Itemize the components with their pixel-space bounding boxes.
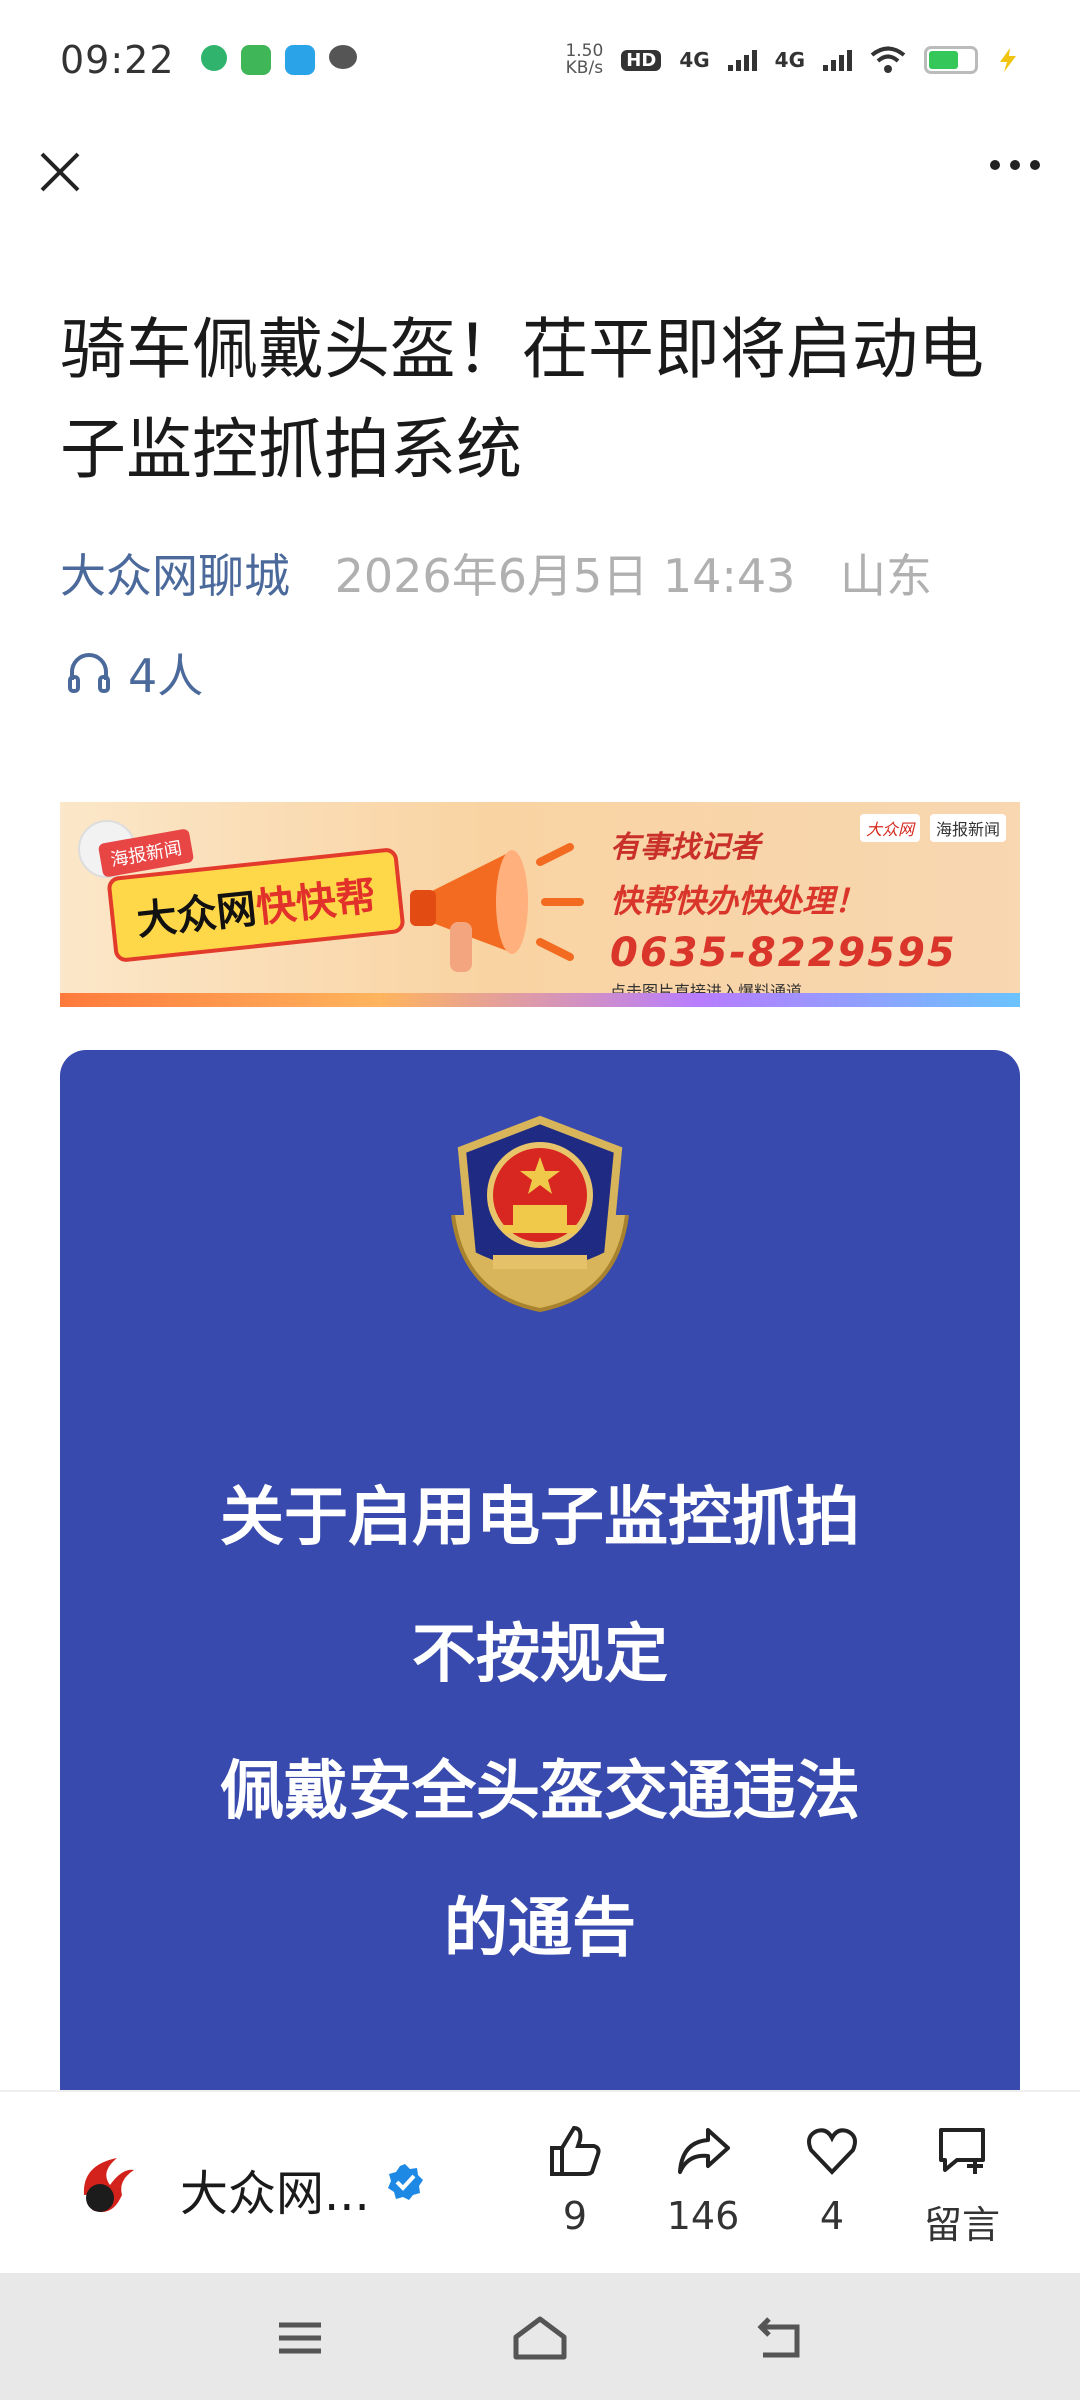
- favorite-count: 4: [819, 2194, 845, 2238]
- menu-icon[interactable]: [275, 2313, 325, 2363]
- app-icon: [240, 45, 271, 75]
- charging-icon: [1000, 48, 1016, 72]
- police-emblem-icon: [451, 1115, 629, 1313]
- signal-bars-icon: [823, 49, 852, 71]
- signal-label: 4G: [774, 48, 805, 72]
- banner-brand-main: 大众网: [134, 886, 259, 945]
- bottom-action-bar: 大众网... 9 146 4 留言: [0, 2090, 1080, 2273]
- notice-text: 关于启用电子监控抓拍 不按规定 佩戴安全头盔交通违法 的通告: [60, 1450, 1020, 1998]
- comment-button[interactable]: 留言: [907, 2122, 1017, 2249]
- article-source[interactable]: 大众网聊城: [60, 549, 290, 603]
- article-meta: 大众网聊城 2026年6月5日 14:43 山东: [60, 540, 1040, 606]
- signal-label: 4G: [679, 48, 710, 72]
- article-date: 2026年6月5日 14:43: [334, 549, 796, 603]
- promo-banner[interactable]: 海报新闻 大众网快快帮 有事找记者 快帮快办快处理！ 0635-8229595 …: [60, 802, 1020, 1007]
- article-title: 骑车佩戴头盔！茌平即将启动电子监控抓拍系统: [60, 311, 984, 488]
- share-icon: [678, 2128, 730, 2174]
- notice-line: 不按规定: [412, 1618, 668, 1692]
- banner-logo-haibao: 海报新闻: [929, 814, 1006, 842]
- hd-indicator: HD: [621, 49, 662, 71]
- banner-text: 有事找记者 快帮快办快处理！ 0635-8229595 点击图片直接进入爆料通道: [610, 822, 957, 1002]
- article-region: 山东: [840, 549, 933, 603]
- thumbs-up-icon: [550, 2125, 601, 2176]
- banner-brand-hot: 快快帮: [254, 873, 379, 932]
- like-count: 9: [562, 2194, 588, 2238]
- headphones-icon: [68, 653, 110, 693]
- channel-name[interactable]: 大众网...: [180, 2154, 370, 2224]
- banner-phone: 0635-8229595: [610, 930, 957, 976]
- banner-stripe: [60, 993, 1020, 1007]
- app-icon: [284, 45, 315, 75]
- notice-line: 佩戴安全头盔交通违法: [220, 1755, 860, 1829]
- more-icon[interactable]: [990, 160, 1040, 170]
- battery-icon: [924, 46, 978, 74]
- notice-line: 关于启用电子监控抓拍: [220, 1481, 860, 1555]
- listen-count[interactable]: 4人: [66, 640, 203, 706]
- status-time: 09:22: [60, 38, 175, 82]
- heart-icon: [807, 2128, 857, 2175]
- system-nav-bar: [0, 2273, 1080, 2400]
- verified-badge-icon: [388, 2164, 423, 2200]
- home-icon[interactable]: [510, 2313, 570, 2363]
- banner-logo-dazhong: 大众网: [859, 814, 920, 842]
- notice-line: 的通告: [444, 1892, 636, 1966]
- megaphone-icon: [410, 843, 584, 972]
- app-icon: [200, 45, 227, 71]
- network-speed-unit: KB/s: [565, 58, 604, 78]
- back-icon[interactable]: [755, 2313, 805, 2363]
- banner-logos: 大众网 海报新闻: [859, 814, 1006, 842]
- like-button[interactable]: 9: [520, 2122, 630, 2238]
- notice-image[interactable]: 关于启用电子监控抓拍 不按规定 佩戴安全头盔交通违法 的通告: [60, 1050, 1020, 2090]
- status-bar: 09:22 1.50 KB/s HD 4G 4G: [0, 0, 1080, 120]
- comment-icon: [939, 2128, 985, 2174]
- close-icon[interactable]: [30, 142, 90, 202]
- comment-label: 留言: [923, 2203, 1000, 2247]
- banner-line2: 快帮快办快处理！: [610, 882, 867, 920]
- signal-bars-icon: [727, 49, 757, 71]
- share-count: 146: [666, 2194, 740, 2238]
- status-app-icons: [200, 45, 357, 75]
- top-toolbar: [0, 120, 1080, 220]
- network-speed: 1.50 KB/s: [565, 43, 603, 77]
- share-button[interactable]: 146: [648, 2122, 758, 2238]
- status-indicators: 1.50 KB/s HD 4G 4G: [565, 43, 1020, 77]
- channel-avatar[interactable]: [62, 2140, 152, 2230]
- wechat-icon: [328, 45, 357, 69]
- listen-count-label: 4人: [128, 649, 204, 703]
- wifi-icon: [870, 46, 906, 73]
- favorite-button[interactable]: 4: [777, 2122, 887, 2238]
